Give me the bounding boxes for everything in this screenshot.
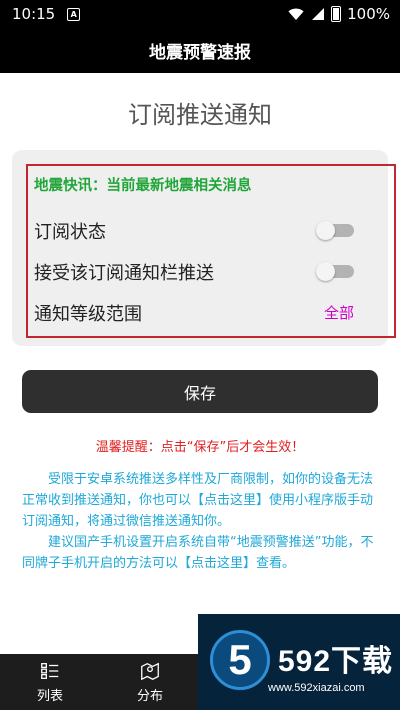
watermark-emblem: 5 [210,630,270,690]
tip-text: 温馨提醒：点击“保存”后才会生效！ [95,440,305,455]
battery-icon [331,6,342,22]
watermark-url: www.592xiazai.com [268,682,365,694]
watermark-brand: 592下载 [278,645,394,678]
wifi-icon [288,8,304,20]
info-paragraph-mini-program[interactable]: 受限于安卓系统推送多样性及厂商限制，如你的设备无法正常收到推送通知，你也可以【点… [22,469,378,532]
tab-distribution[interactable]: 分布 [100,654,200,710]
status-time: 10:15 [12,5,56,23]
tab-list-label: 列表 [36,689,63,704]
map-pin-icon [141,662,159,681]
tab-distribution-label: 分布 [136,689,163,704]
page-title: 订阅推送通知 [128,101,272,129]
notification-level-label: 通知等级范围 [34,304,142,325]
battery-level: 100% [347,5,390,23]
app-bar: 地震预警速报 [0,28,400,73]
watermark-logo: 5 592下载 www.592xiazai.com [198,614,400,710]
save-button[interactable]: 保存 [22,370,378,413]
signal-icon [312,8,325,20]
notification-level-select[interactable]: 全部 [324,302,354,323]
notification-bar-push-label: 接受该订阅通知栏推送 [34,263,214,284]
notification-bar-push-toggle[interactable] [316,262,354,281]
status-bar: 10:15 A 100% [0,0,400,28]
tab-list[interactable]: 列表 [0,654,100,710]
notification-app-icon: A [67,7,81,21]
subscription-status-toggle[interactable] [316,221,354,240]
app-title: 地震预警速报 [149,43,251,63]
info-paragraph-system-push[interactable]: 建议国产手机设置开启系统自带“地震预警推送”功能，不同牌子手机开启的方法可以【点… [22,532,378,574]
list-icon [41,663,59,679]
subscription-status-label: 订阅状态 [34,222,106,243]
quick-news-link[interactable]: 地震快讯：当前最新地震相关消息 [34,174,252,195]
